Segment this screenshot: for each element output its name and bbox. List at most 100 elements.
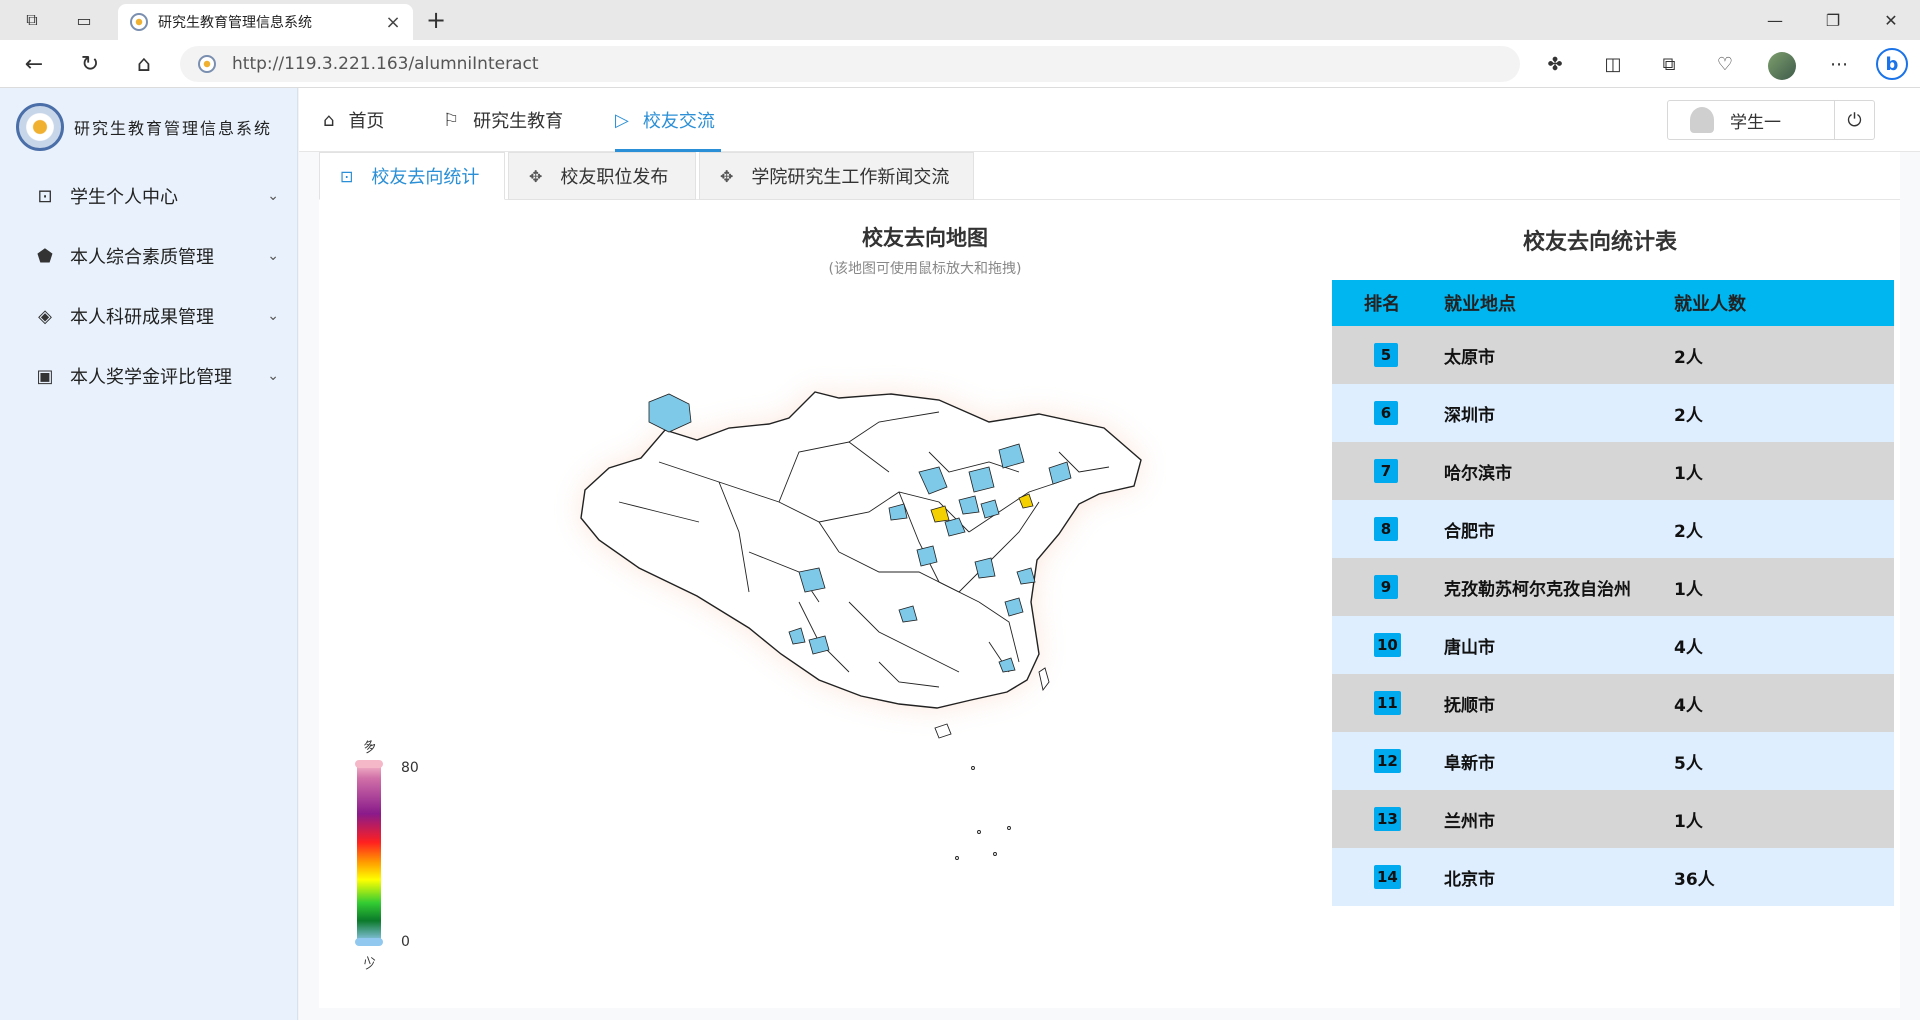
header-location: 就业地点 <box>1444 280 1674 326</box>
nav-home[interactable]: ⌂ 首页 <box>323 88 384 152</box>
sidebar-item-quality[interactable]: ⬟ 本人综合素质管理 ⌄ <box>0 226 297 286</box>
tab-news-exchange[interactable]: ✥ 学院研究生工作新闻交流 <box>699 152 974 200</box>
pentagon-icon: ⬟ <box>37 245 53 267</box>
nav-alumni[interactable]: ▷ 校友交流 <box>615 88 715 152</box>
new-tab-button[interactable]: + <box>420 6 452 34</box>
table-row: 12 阜新市 5人 <box>1332 732 1894 790</box>
tab-title: 研究生教育管理信息系统 <box>158 15 312 31</box>
tab-alumni-statistics[interactable]: ⊡ 校友去向统计 <box>319 152 505 200</box>
visual-map-legend[interactable]: 多 80 0 少 <box>349 732 469 973</box>
app-name: 研究生教育管理信息系统 <box>74 119 273 138</box>
rank-badge: 14 <box>1374 865 1401 889</box>
tab-label: 校友去向统计 <box>371 167 480 188</box>
sidebar-item-label: 本人奖学金评比管理 <box>70 367 232 388</box>
location-cell: 北京市 <box>1444 848 1674 906</box>
header-count: 就业人数 <box>1674 280 1894 326</box>
address-bar: ← ↻ ⌂ http://119.3.221.163/alumniInterac… <box>0 40 1920 88</box>
rank-cell: 6 <box>1332 384 1444 442</box>
rank-badge: 10 <box>1374 633 1401 657</box>
location-cell: 抚顺市 <box>1444 674 1674 732</box>
table-row: 9 克孜勒苏柯尔克孜自治州 1人 <box>1332 558 1894 616</box>
location-cell: 阜新市 <box>1444 732 1674 790</box>
browser-essentials-icon[interactable]: ♡ <box>1708 48 1742 80</box>
collections-icon[interactable]: ⧉ <box>1652 48 1686 80</box>
school-logo-icon <box>16 103 64 151</box>
content-panel: ⊡ 校友去向统计 ✥ 校友职位发布 ✥ 学院研究生工作新闻交流 校友去向地图 (… <box>319 152 1900 1008</box>
chevron-down-icon: ⌄ <box>267 248 279 264</box>
location-cell: 唐山市 <box>1444 616 1674 674</box>
table-row: 6 深圳市 2人 <box>1332 384 1894 442</box>
browser-titlebar: ⧉ ▭ 研究生教育管理信息系统 × + — ❐ ✕ <box>0 0 1920 40</box>
rank-cell: 10 <box>1332 616 1444 674</box>
app-logo-area: 研究生教育管理信息系统 <box>0 88 297 166</box>
nav-label: 首页 <box>348 111 385 132</box>
sidebar-item-scholarship[interactable]: ▣ 本人奖学金评比管理 ⌄ <box>0 346 297 406</box>
url-text: http://119.3.221.163/alumniInteract <box>232 54 539 74</box>
refresh-button[interactable]: ↻ <box>72 48 108 80</box>
workspaces-icon[interactable]: ⧉ <box>16 6 48 34</box>
site-info-icon[interactable] <box>198 55 216 73</box>
location-cell: 克孜勒苏柯尔克孜自治州 <box>1444 558 1674 616</box>
sub-tabs: ⊡ 校友去向统计 ✥ 校友职位发布 ✥ 学院研究生工作新闻交流 <box>319 152 1900 200</box>
certificate-icon: ▣ <box>36 365 54 387</box>
legend-min-handle[interactable] <box>355 938 383 946</box>
profile-avatar[interactable] <box>1768 52 1796 80</box>
alumni-stats-table: 排名 就业地点 就业人数 5 太原市 2人 6 深圳市 2人 7 哈尔滨市 1人 8 合肥市 2人 9 克… <box>1332 280 1894 906</box>
close-window-button[interactable]: ✕ <box>1862 0 1920 40</box>
copilot-icon[interactable]: b <box>1876 48 1908 80</box>
sidebar-item-personal-center[interactable]: ⊡ 学生个人中心 ⌄ <box>0 166 297 226</box>
map-title: 校友去向地图 <box>862 226 988 250</box>
nav-label: 校友交流 <box>642 111 715 132</box>
rank-cell: 8 <box>1332 500 1444 558</box>
table-row: 7 哈尔滨市 1人 <box>1332 442 1894 500</box>
table-title: 校友去向统计表 <box>1522 230 1677 255</box>
chevron-down-icon: ⌄ <box>267 368 279 384</box>
sidebar-item-label: 本人综合素质管理 <box>70 247 214 268</box>
count-cell: 1人 <box>1674 558 1894 616</box>
user-avatar-icon <box>1690 107 1714 133</box>
china-map-outline[interactable] <box>580 391 1142 709</box>
count-cell: 1人 <box>1674 442 1894 500</box>
url-input[interactable]: http://119.3.221.163/alumniInteract <box>180 46 1520 82</box>
legend-color-bar <box>357 764 381 942</box>
chevron-down-icon: ⌄ <box>267 188 279 204</box>
browser-tab[interactable]: 研究生教育管理信息系统 × <box>118 4 413 40</box>
location-cell: 合肥市 <box>1444 500 1674 558</box>
rank-cell: 14 <box>1332 848 1444 906</box>
legend-low-label: 少 <box>361 954 379 973</box>
nav-graduate-education[interactable]: ⚐ 研究生教育 <box>443 88 563 152</box>
close-tab-icon[interactable]: × <box>383 12 403 33</box>
tab-actions-icon[interactable]: ▭ <box>68 6 100 34</box>
minimize-button[interactable]: — <box>1746 0 1804 40</box>
count-cell: 2人 <box>1674 384 1894 442</box>
sidebar-item-research[interactable]: ◈ 本人科研成果管理 ⌄ <box>0 286 297 346</box>
legend-max-handle[interactable] <box>355 760 383 768</box>
more-options-icon[interactable]: ⋯ <box>1822 48 1856 80</box>
user-name: 学生一 <box>1730 112 1781 133</box>
split-screen-icon[interactable]: ◫ <box>1596 48 1630 80</box>
legend-max-value: 80 <box>401 760 419 776</box>
power-icon[interactable]: ⏻ <box>1834 100 1874 140</box>
count-cell: 5人 <box>1674 732 1894 790</box>
header-rank: 排名 <box>1332 280 1444 326</box>
rank-badge: 11 <box>1374 691 1401 715</box>
count-cell: 2人 <box>1674 326 1894 384</box>
back-button[interactable]: ← <box>16 48 52 80</box>
user-menu[interactable]: 学生一 ⏻ <box>1667 100 1875 140</box>
location-cell: 太原市 <box>1444 326 1674 384</box>
rank-cell: 9 <box>1332 558 1444 616</box>
extensions-icon[interactable]: ✤ <box>1538 48 1572 80</box>
tab-job-posting[interactable]: ✥ 校友职位发布 <box>508 152 696 200</box>
flag-icon: ⚐ <box>443 109 460 131</box>
handshake-icon: ✥ <box>720 166 734 186</box>
location-cell: 兰州市 <box>1444 790 1674 848</box>
restore-button[interactable]: ❐ <box>1804 0 1862 40</box>
sidebar: 研究生教育管理信息系统 ⊡ 学生个人中心 ⌄ ⬟ 本人综合素质管理 ⌄ ◈ 本人… <box>0 88 298 1020</box>
alumni-map[interactable] <box>519 272 1319 892</box>
home-button[interactable]: ⌂ <box>126 48 162 80</box>
send-icon: ▷ <box>615 109 629 131</box>
table-row: 8 合肥市 2人 <box>1332 500 1894 558</box>
site-favicon-icon <box>130 13 148 31</box>
rank-badge: 7 <box>1374 459 1398 483</box>
handshake-icon: ✥ <box>529 166 543 186</box>
